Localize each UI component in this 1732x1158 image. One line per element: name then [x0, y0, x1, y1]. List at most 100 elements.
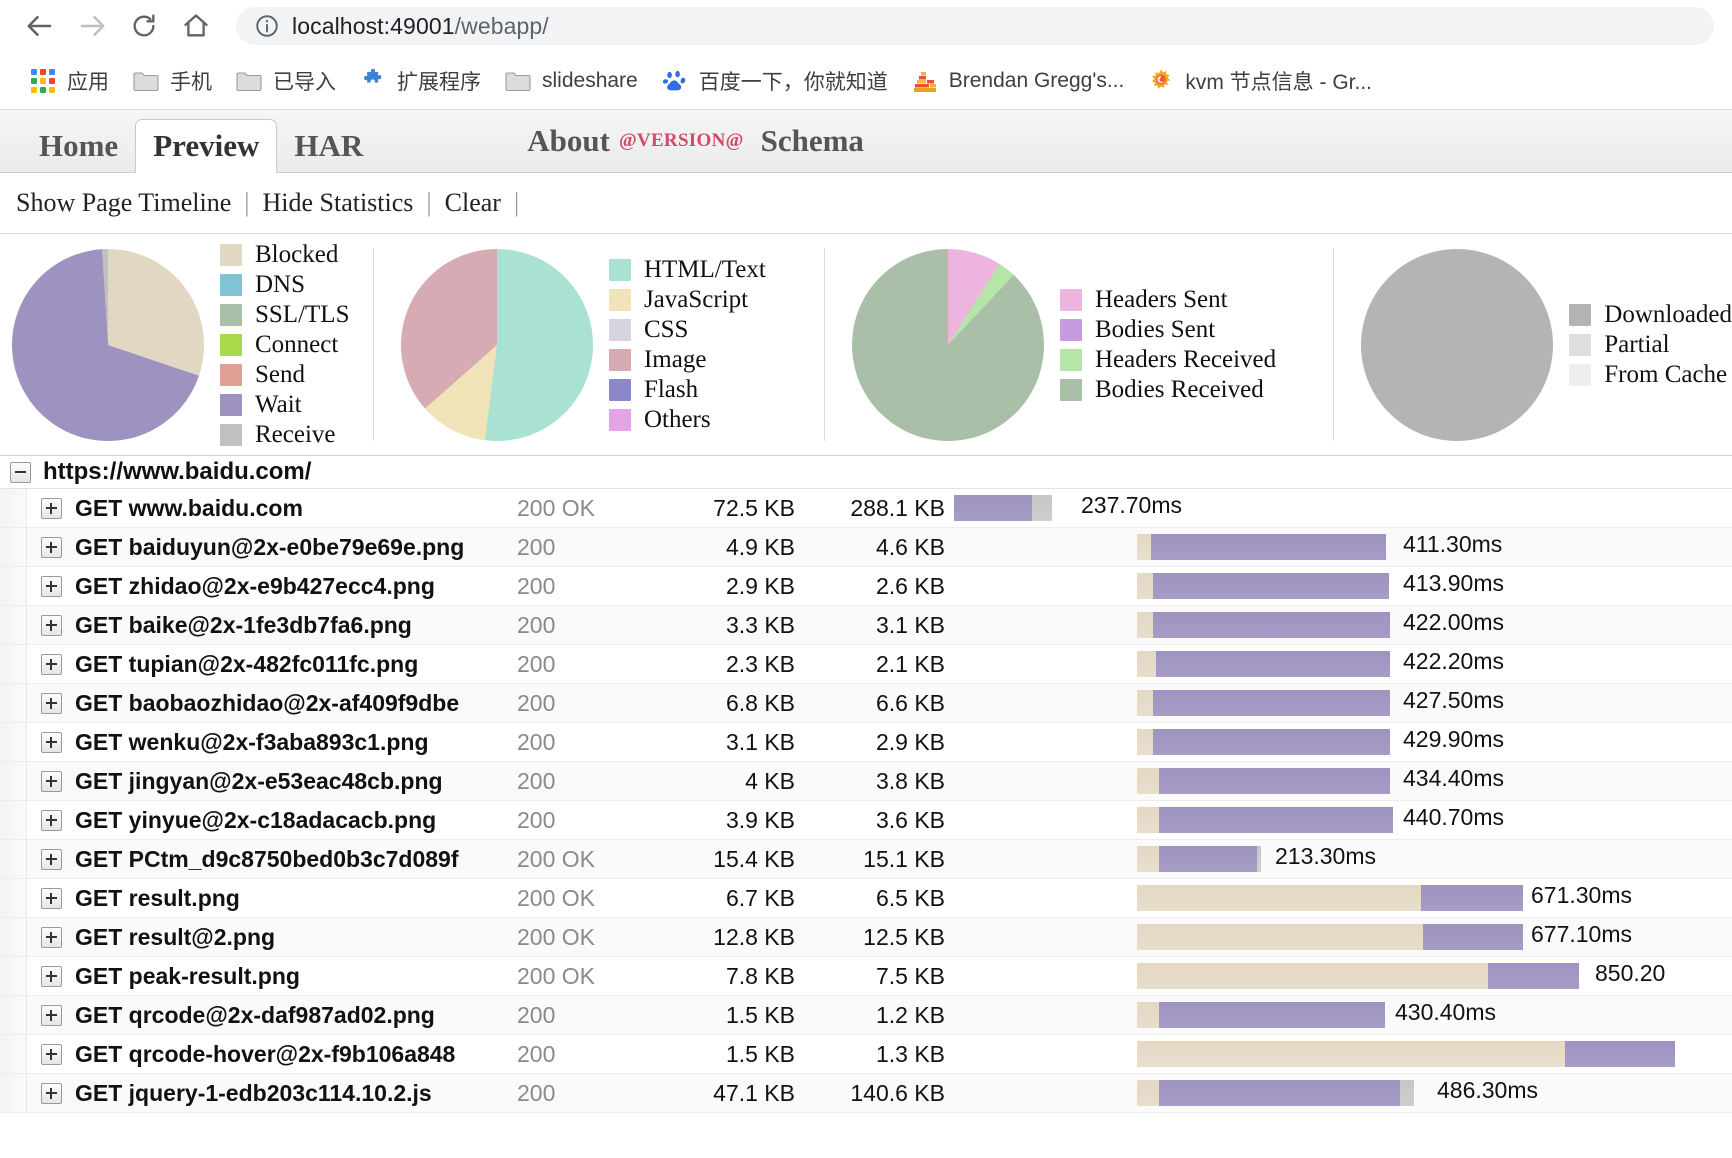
- legend-label: Bodies Received: [1095, 375, 1264, 403]
- size-cell: 2.3 KB: [725, 650, 795, 677]
- expand-icon[interactable]: [41, 653, 62, 675]
- content-size-cell: 2.9 KB: [875, 728, 945, 755]
- status-cell: 200 OK: [517, 845, 595, 872]
- request-name-cell[interactable]: GET jingyan@2x-e53eac48cb.png: [27, 768, 511, 795]
- request-name: GET jquery-1-edb203c114.10.2.js: [75, 1079, 432, 1106]
- expand-icon[interactable]: [41, 1043, 62, 1065]
- timing-label: 422.00ms: [1403, 609, 1505, 635]
- table-row[interactable]: GET www.baidu.com 200 OK 72.5 KB 288.1 KB 23…: [0, 489, 1732, 528]
- timing-bar: [1137, 612, 1390, 638]
- timing-label: 434.40ms: [1403, 765, 1505, 791]
- home-button[interactable]: [170, 0, 222, 52]
- request-name-cell[interactable]: GET yinyue@2x-c18adacacb.png: [27, 807, 511, 834]
- request-name-cell[interactable]: GET tupian@2x-482fc011fc.png: [27, 651, 511, 678]
- request-name-cell[interactable]: GET result.png: [27, 885, 511, 912]
- toolbar-separator: |: [513, 188, 520, 217]
- table-row[interactable]: GET result@2.png 200 OK 12.8 KB 12.5 KB 677.…: [0, 918, 1732, 957]
- table-row[interactable]: GET baiduyun@2x-e0be79e69e.png 200 4.9 KB 4…: [0, 528, 1732, 567]
- legend-swatch: [608, 378, 631, 401]
- table-row[interactable]: GET tupian@2x-482fc011fc.png 200 2.3 KB 2.1…: [0, 645, 1732, 684]
- clear-link[interactable]: Clear: [445, 188, 501, 218]
- tab-har[interactable]: HAR: [277, 120, 380, 172]
- request-name-cell[interactable]: GET qrcode-hover@2x-f9b106a848: [27, 1041, 511, 1068]
- wait-segment: [1153, 612, 1390, 638]
- bookmark-extensions[interactable]: 扩展程序: [348, 61, 493, 101]
- status-cell: 200 OK: [517, 884, 595, 911]
- bookmark-apps[interactable]: 应用: [18, 61, 121, 101]
- show-page-timeline-link[interactable]: Show Page Timeline: [16, 188, 231, 218]
- page-info-icon[interactable]: [254, 13, 280, 39]
- table-row[interactable]: GET jquery-1-edb203c114.10.2.js 200 47.1 K…: [0, 1074, 1732, 1113]
- cache-legend: Downloaded Partial From Cache: [1569, 300, 1732, 390]
- expand-icon[interactable]: [41, 575, 62, 597]
- expand-icon[interactable]: [41, 770, 62, 792]
- request-name-cell[interactable]: GET qrcode@2x-daf987ad02.png: [27, 1002, 511, 1029]
- expand-icon[interactable]: [41, 887, 62, 909]
- legend-item: CSS: [608, 315, 766, 345]
- address-bar[interactable]: localhost:49001/webapp/: [236, 7, 1714, 45]
- status-cell: 200: [517, 611, 556, 638]
- bookmark-imported[interactable]: 已导入: [224, 61, 348, 101]
- request-name-cell[interactable]: GET www.baidu.com: [27, 495, 511, 522]
- table-row[interactable]: GET peak-result.png 200 OK 7.8 KB 7.5 KB 850…: [0, 957, 1732, 996]
- reload-button[interactable]: [118, 0, 170, 52]
- request-name-cell[interactable]: GET PCtm_d9c8750bed0b3c7d089f: [27, 846, 511, 873]
- expand-icon[interactable]: [41, 692, 62, 714]
- expand-icon[interactable]: [41, 1004, 62, 1026]
- wait-segment: [1153, 729, 1390, 755]
- request-name-cell[interactable]: GET baike@2x-1fe3db7fa6.png: [27, 612, 511, 639]
- bookmark-kvm-grafana[interactable]: kvm 节点信息 - Gr...: [1136, 61, 1384, 101]
- timing-label: 413.90ms: [1403, 570, 1505, 596]
- expand-icon[interactable]: [41, 1082, 62, 1104]
- expand-icon[interactable]: [41, 848, 62, 870]
- expand-icon[interactable]: [41, 809, 62, 831]
- table-row[interactable]: GET qrcode@2x-daf987ad02.png 200 1.5 KB 1.2…: [0, 996, 1732, 1035]
- bookmark-phone[interactable]: 手机: [121, 61, 224, 101]
- back-button[interactable]: [14, 0, 66, 52]
- wait-segment: [954, 495, 1032, 521]
- table-row[interactable]: GET qrcode-hover@2x-f9b106a848 200 1.5 KB 1…: [0, 1035, 1732, 1074]
- legend-label: Wait: [255, 390, 302, 418]
- status-cell: 200: [517, 1001, 556, 1028]
- legend-item: Receive: [220, 420, 349, 450]
- hide-statistics-link[interactable]: Hide Statistics: [262, 188, 413, 218]
- bookmark-baidu[interactable]: 百度一下，你就知道: [650, 61, 900, 101]
- expand-icon[interactable]: [41, 926, 62, 948]
- table-row[interactable]: GET baobaozhidao@2x-af409f9dbe 200 6.8 KB 6…: [0, 684, 1732, 723]
- request-name-cell[interactable]: GET zhidao@2x-e9b427ecc4.png: [27, 573, 511, 600]
- request-name-cell[interactable]: GET baobaozhidao@2x-af409f9dbe: [27, 690, 511, 717]
- bookmark-slideshare[interactable]: slideshare: [493, 61, 650, 101]
- table-row[interactable]: GET jingyan@2x-e53eac48cb.png 200 4 KB 3.8 …: [0, 762, 1732, 801]
- tab-schema[interactable]: Schema: [744, 110, 881, 172]
- expand-icon[interactable]: [41, 614, 62, 636]
- expand-icon[interactable]: [41, 536, 62, 558]
- table-row[interactable]: GET PCtm_d9c8750bed0b3c7d089f 200 OK 15.4 …: [0, 840, 1732, 879]
- expand-icon[interactable]: [41, 497, 62, 519]
- request-name-cell[interactable]: GET wenku@2x-f3aba893c1.png: [27, 729, 511, 756]
- size-cell: 12.8 KB: [713, 923, 795, 950]
- request-name-cell[interactable]: GET jquery-1-edb203c114.10.2.js: [27, 1080, 511, 1107]
- collapse-icon[interactable]: [10, 461, 31, 483]
- request-name-cell[interactable]: GET baiduyun@2x-e0be79e69e.png: [27, 534, 511, 561]
- table-row[interactable]: GET baike@2x-1fe3db7fa6.png 200 3.3 KB 3.1 …: [0, 606, 1732, 645]
- timing-label: 430.40ms: [1395, 999, 1497, 1025]
- expand-icon[interactable]: [41, 731, 62, 753]
- forward-button[interactable]: [66, 0, 118, 52]
- wait-segment: [1423, 924, 1523, 950]
- tab-home[interactable]: Home: [22, 120, 135, 172]
- timeline-cell: 440.70ms: [945, 801, 1732, 839]
- expand-icon[interactable]: [41, 965, 62, 987]
- tab-about[interactable]: About: [510, 110, 627, 172]
- request-name-cell[interactable]: GET result@2.png: [27, 924, 511, 951]
- table-row[interactable]: GET yinyue@2x-c18adacacb.png 200 3.9 KB 3.6…: [0, 801, 1732, 840]
- bookmark-brendan-gregg[interactable]: Brendan Gregg's...: [900, 61, 1137, 101]
- status-cell: 200 OK: [517, 494, 595, 521]
- table-row[interactable]: GET zhidao@2x-e9b427ecc4.png 200 2.9 KB 2.6…: [0, 567, 1732, 606]
- cache-pie-chart: [1361, 248, 1554, 441]
- table-row[interactable]: GET result.png 200 OK 6.7 KB 6.5 KB 671.30ms: [0, 879, 1732, 918]
- request-group-header[interactable]: https://www.baidu.com/: [0, 456, 1732, 489]
- tab-preview[interactable]: Preview: [135, 119, 278, 173]
- row-gutter: [0, 957, 27, 995]
- table-row[interactable]: GET wenku@2x-f3aba893c1.png 200 3.1 KB 2.9 …: [0, 723, 1732, 762]
- request-name-cell[interactable]: GET peak-result.png: [27, 963, 511, 990]
